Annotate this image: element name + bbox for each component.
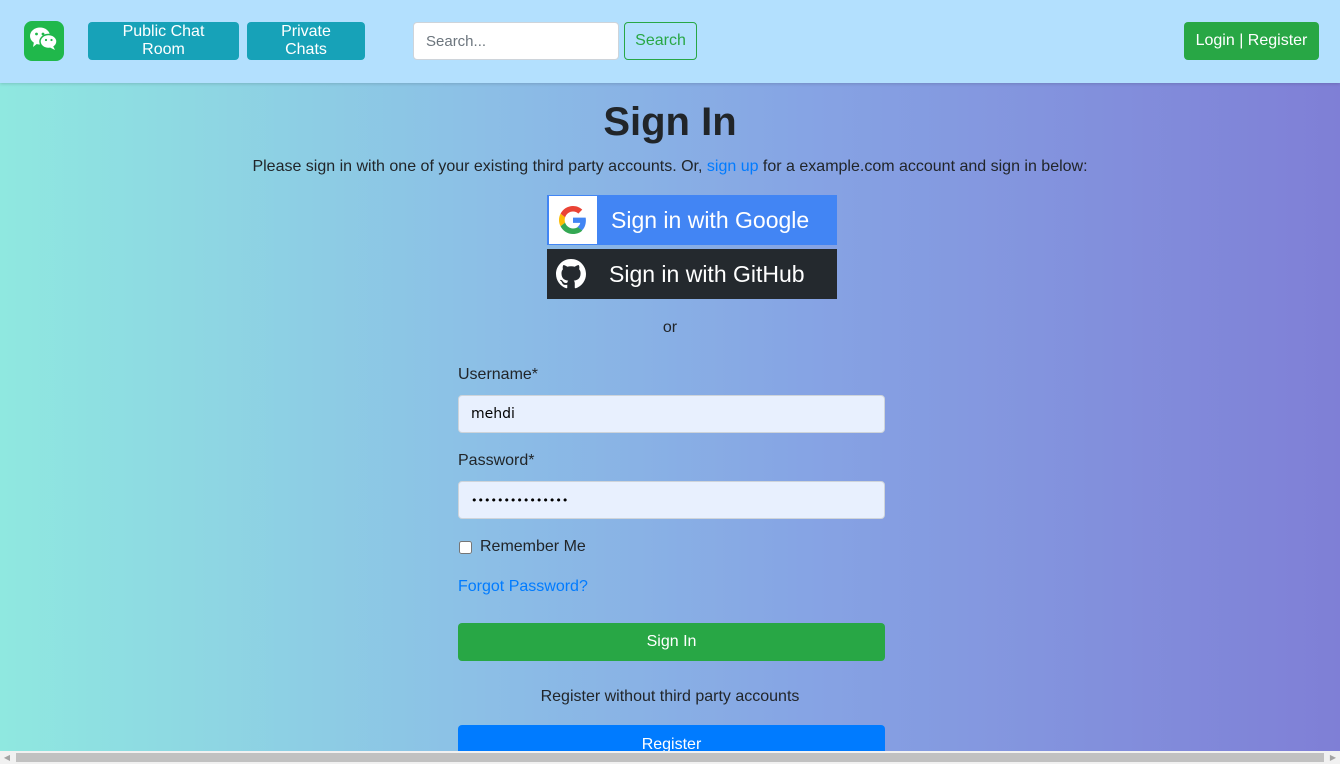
signin-intro: Please sign in with one of your existing…: [0, 158, 1340, 176]
page-title: Sign In: [603, 100, 737, 144]
wechat-icon: [29, 26, 59, 57]
google-icon: [549, 196, 597, 244]
scroll-right-icon[interactable]: ▶: [1326, 751, 1340, 764]
forgot-password-link[interactable]: Forgot Password?: [458, 578, 588, 596]
intro-text-start: Please sign in with one of your existing…: [252, 158, 707, 175]
github-signin-label: Sign in with GitHub: [609, 260, 805, 287]
horizontal-scrollbar[interactable]: ◀ ▶: [0, 751, 1340, 764]
google-signin-label: Sign in with Google: [611, 206, 810, 233]
github-icon: [547, 250, 595, 298]
scroll-left-icon[interactable]: ◀: [0, 751, 14, 764]
username-input[interactable]: [458, 395, 885, 433]
scrollbar-thumb[interactable]: [16, 753, 1324, 762]
github-signin-button[interactable]: Sign in with GitHub: [547, 249, 837, 299]
brand-logo[interactable]: [24, 21, 64, 61]
search-input[interactable]: [413, 22, 619, 60]
password-label: Password*: [458, 452, 535, 469]
remember-me-checkbox[interactable]: [459, 540, 472, 554]
sign-in-button[interactable]: Sign In: [458, 623, 885, 661]
remember-me-label: Remember Me: [480, 538, 586, 555]
login-register-button[interactable]: Login | Register: [1184, 22, 1319, 60]
password-input[interactable]: [458, 481, 885, 519]
remember-me: Remember Me: [458, 538, 586, 556]
or-divider: or: [662, 319, 678, 336]
sign-up-link[interactable]: sign up: [707, 158, 759, 175]
username-label: Username*: [458, 366, 539, 383]
private-chats-button[interactable]: Private Chats: [247, 22, 365, 60]
google-signin-button[interactable]: Sign in with Google: [547, 195, 837, 245]
public-chat-room-button[interactable]: Public Chat Room: [88, 22, 239, 60]
search-button[interactable]: Search: [624, 22, 697, 60]
navbar: Public Chat Room Private Chats Search Lo…: [0, 0, 1340, 83]
register-note: Register without third party accounts: [540, 688, 800, 705]
intro-text-end: for a example.com account and sign in be…: [758, 158, 1088, 175]
